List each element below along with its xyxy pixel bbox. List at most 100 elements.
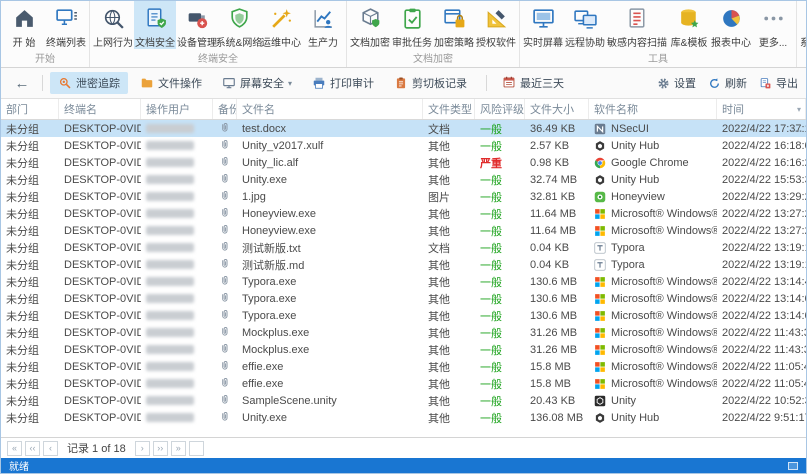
ribbon-item-approval-task[interactable]: 审批任务 xyxy=(391,1,433,49)
column-header-file[interactable]: 文件名 xyxy=(237,99,423,119)
cell-operator xyxy=(141,137,213,154)
authorized-software-icon xyxy=(487,10,506,28)
column-header-app[interactable]: 软件名称 xyxy=(589,99,717,119)
row-more-button[interactable]: ... xyxy=(791,123,803,135)
table-row[interactable]: 未分组 DESKTOP-0VIDMDJ Unity.exe 其他 一般 136.08 MB… xyxy=(1,409,806,426)
cell-dept-text: 未分组 xyxy=(6,157,39,170)
ribbon-item-doc-encrypt[interactable]: 文档加密 xyxy=(349,1,391,49)
table-row[interactable]: 未分组 DESKTOP-0VIDMDJ Typora.exe 其他 一般 130.6 MB… xyxy=(1,290,806,307)
tab-file-ops[interactable]: 文件操作 xyxy=(132,72,210,94)
last-page-button[interactable]: » xyxy=(170,440,186,456)
cell-filesize-text: 15.8 MB xyxy=(530,360,571,373)
ribbon-item-more[interactable]: 更多... xyxy=(752,1,794,49)
ribbon-item-report-center[interactable]: 报表中心 xyxy=(710,1,752,49)
cell-file: Honeyview.exe xyxy=(237,222,423,239)
ribbon-item-productivity[interactable]: 生产力 xyxy=(302,1,344,49)
column-header-backup[interactable]: 备份 xyxy=(213,99,237,119)
prev-record-button[interactable]: ‹ xyxy=(43,440,58,456)
cell-software-text: Unity Hub xyxy=(611,411,660,424)
table-row[interactable]: 未分组 DESKTOP-0VIDMDJ Unity_lic.alf 其他 严重 0.98 … xyxy=(1,154,806,171)
next-record-button[interactable]: › xyxy=(134,440,150,456)
cell-filesize-text: 136.08 MB xyxy=(530,411,584,424)
date-range-button[interactable]: 最近三天 xyxy=(494,72,572,95)
column-header-risk[interactable]: 风险评级 xyxy=(475,99,525,119)
ribbon-item-doc-security[interactable]: 文档安全 xyxy=(134,1,176,49)
cell-app: Unity xyxy=(589,392,717,409)
table-row[interactable]: 未分组 DESKTOP-0VIDMDJ Unity_v2017.xulf 其他 一般 2.… xyxy=(1,137,806,154)
table-row[interactable]: 未分组 DESKTOP-0VIDMDJ SampleScene.unity 其他 一般 2… xyxy=(1,392,806,409)
table-row[interactable]: 未分组 DESKTOP-0VIDMDJ effie.exe 其他 一般 15.8 MB Mi… xyxy=(1,358,806,375)
prev-page-button[interactable]: ‹‹ xyxy=(25,440,40,456)
column-header-type[interactable]: 文件类型 xyxy=(423,99,475,119)
table-row[interactable]: 未分组 DESKTOP-0VIDMDJ test.docx 文档 一般 36.49 KB N… xyxy=(1,120,806,137)
cell-dept: 未分组 xyxy=(1,392,59,409)
backup-attachment xyxy=(218,274,231,290)
ribbon-group-2: 文档加密 审批任务 加密策略 授权软件 文档加密 xyxy=(347,1,520,67)
column-header-terminal[interactable]: 终端名 xyxy=(59,99,141,119)
export-button[interactable]: 导出 xyxy=(759,75,798,91)
ribbon-item-authorized-software[interactable]: 授权软件 xyxy=(475,1,517,49)
ribbon-item-web-behavior[interactable]: 上网行为 xyxy=(92,1,134,49)
ribbon-item-ops-center[interactable]: 运维中心 xyxy=(260,1,302,49)
table-row[interactable]: 未分组 DESKTOP-0VIDMDJ 测试新版.txt 文档 一般 0.04 KB Typ… xyxy=(1,239,806,256)
ribbon-item-system-network[interactable]: 系统&网络 xyxy=(216,1,262,49)
cell-type: 其他 xyxy=(423,307,475,324)
ribbon-item-device-manage[interactable]: 设备管理 xyxy=(176,1,218,49)
cell-type: 其他 xyxy=(423,358,475,375)
tab-print-audit[interactable]: 打印审计 xyxy=(304,72,382,94)
cell-dept-text: 未分组 xyxy=(6,412,39,425)
table-row[interactable]: 未分组 DESKTOP-0VIDMDJ Typora.exe 其他 一般 130.6 MB… xyxy=(1,307,806,324)
cell-filename-text: Honeyview.exe xyxy=(242,224,316,237)
gear-button[interactable]: 设置 xyxy=(657,75,696,91)
refresh-button[interactable]: 刷新 xyxy=(708,75,747,91)
table-row[interactable]: 未分组 DESKTOP-0VIDMDJ Honeyview.exe 其他 一般 11.64… xyxy=(1,222,806,239)
ribbon-item-encrypt-policy[interactable]: 加密策略 xyxy=(433,1,475,49)
table-row[interactable]: 未分组 DESKTOP-0VIDMDJ 1.jpg 图片 一般 32.81 KB Honey… xyxy=(1,188,806,205)
table-row[interactable]: 未分组 DESKTOP-0VIDMDJ Typora.exe 其他 一般 130.6 MB… xyxy=(1,273,806,290)
ribbon-item-library-template[interactable]: 库&模板 xyxy=(668,1,710,49)
first-page-button[interactable]: « xyxy=(7,440,22,456)
tab-clipboard-record[interactable]: 剪切板记录 xyxy=(386,72,475,94)
cell-file: Typora.exe xyxy=(237,307,423,324)
cell-app: Microsoft® Windows® Oper... xyxy=(589,341,717,358)
cell-software: Microsoft® Windows® Oper... xyxy=(594,327,717,339)
table-row[interactable]: 未分组 DESKTOP-0VIDMDJ 测试新版.md 其他 一般 0.04 KB Typo… xyxy=(1,256,806,273)
ribbon-item-home[interactable]: 开 始 xyxy=(3,1,45,49)
cell-time-text: 2022/4/22 13:14:44 xyxy=(722,275,806,288)
ribbon-item-sensitive-scan[interactable]: 敏感内容扫描 xyxy=(606,1,668,49)
cell-risk: 一般 xyxy=(475,222,525,239)
unityhub-icon xyxy=(595,174,605,185)
cell-software-text: Microsoft® Windows® Oper... xyxy=(611,377,717,390)
cell-filesize-text: 32.81 KB xyxy=(530,190,576,203)
column-header-size[interactable]: 文件大小 xyxy=(525,99,589,119)
ribbon-item-terminal-list[interactable]: 终端列表 xyxy=(45,1,87,49)
cell-filename-text: Typora.exe xyxy=(242,292,297,305)
column-header-time[interactable]: 时间 ▾ xyxy=(717,99,806,119)
print-audit-icon xyxy=(313,77,325,89)
column-header-operator[interactable]: 操作用户 xyxy=(141,99,213,119)
column-header-dept[interactable]: 部门 xyxy=(1,99,59,119)
cell-time: 2022/4/22 15:53:32 xyxy=(717,171,806,188)
back-button[interactable]: ← xyxy=(9,72,35,94)
pager-extra-button[interactable] xyxy=(188,440,204,456)
ribbon-item-remote-assist[interactable]: 远程协助 xyxy=(564,1,606,49)
productivity-icon xyxy=(313,10,332,28)
tab-screen-security[interactable]: 屏幕安全 ▾ xyxy=(214,72,300,94)
column-filter-icon[interactable]: ▾ xyxy=(797,105,801,114)
cell-dept: 未分组 xyxy=(1,222,59,239)
cell-backup xyxy=(213,307,237,324)
next-page-button[interactable]: ›› xyxy=(152,440,168,456)
ribbon-item-system-settings[interactable]: 系统设置 xyxy=(799,1,806,49)
tab-leak-trace[interactable]: 泄密追踪 xyxy=(50,72,128,94)
cell-software-text: Honeyview xyxy=(611,190,665,203)
cell-operator xyxy=(141,392,213,409)
cell-dept: 未分组 xyxy=(1,375,59,392)
table-row[interactable]: 未分组 DESKTOP-0VIDMDJ effie.exe 其他 一般 15.8 MB Mi… xyxy=(1,375,806,392)
table-row[interactable]: 未分组 DESKTOP-0VIDMDJ Mockplus.exe 其他 一般 31.26 … xyxy=(1,341,806,358)
backup-attachment xyxy=(218,240,231,256)
ribbon-item-realtime-screen[interactable]: 实时屏幕 xyxy=(522,1,564,49)
table-row[interactable]: 未分组 DESKTOP-0VIDMDJ Honeyview.exe 其他 一般 11.64… xyxy=(1,205,806,222)
table-row[interactable]: 未分组 DESKTOP-0VIDMDJ Mockplus.exe 其他 一般 31.26 … xyxy=(1,324,806,341)
cell-backup xyxy=(213,137,237,154)
table-row[interactable]: 未分组 DESKTOP-0VIDMDJ Unity.exe 其他 一般 32.74 MB U… xyxy=(1,171,806,188)
